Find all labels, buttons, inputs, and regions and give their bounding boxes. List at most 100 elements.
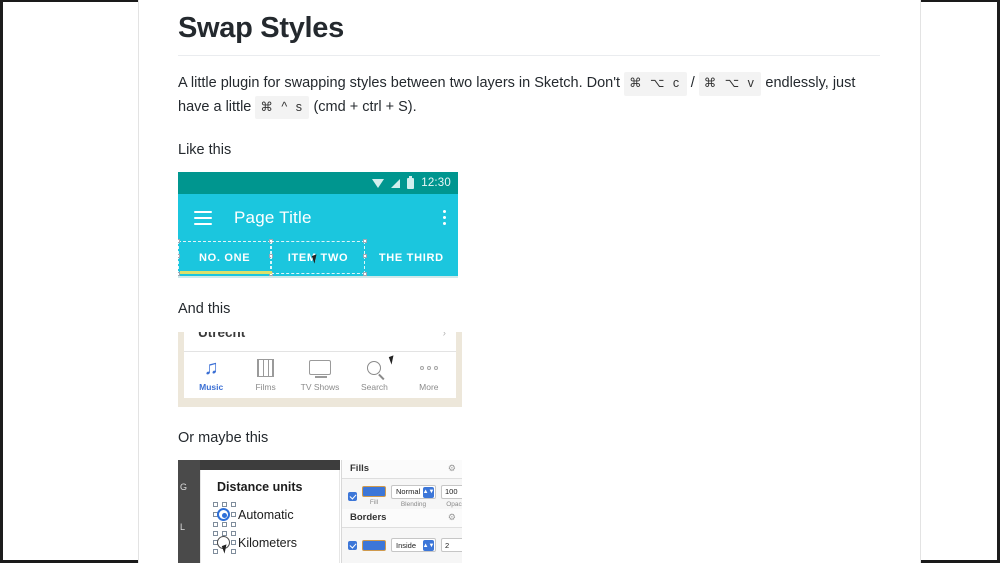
radio-option-automatic[interactable]: Automatic [213,501,339,527]
search-icon [367,357,382,379]
blending-cell[interactable]: Normal ▲▼ Blending [391,484,436,508]
selection-handle[interactable] [178,254,180,259]
selection-handle[interactable] [231,521,236,527]
ellipsis-icon [419,357,438,379]
android-tab-label: THE THIRD [378,251,444,264]
wifi-icon [372,178,385,188]
sketch-canvas-top-band [200,459,340,470]
selection-handle[interactable] [213,548,218,554]
readme-content: Swap Styles A little plugin for swapping… [139,0,920,563]
android-tab-no-one[interactable]: NO. ONE [178,239,274,277]
window-left-edge [0,0,3,563]
page-title: Swap Styles [178,10,880,57]
figure-android-mockup: 12:30 Page Title NO. ONE ITEM TWO THE TH… [178,172,880,279]
border-position-value: Inside [396,540,417,550]
fill-enabled-checkbox[interactable] [348,491,357,501]
android-page-title: Page Title [234,207,312,227]
selection-handle[interactable] [222,521,227,527]
dialog-title: Distance units [217,479,303,494]
itunes-tab-films[interactable]: Films [238,357,292,392]
radio-label: Kilometers [238,535,298,550]
signal-icon [391,178,401,188]
intro-slash: / [686,75,699,92]
blending-value: Normal [396,487,421,497]
radio-button[interactable] [217,508,230,522]
border-thickness-input[interactable]: 2 [441,538,462,553]
selection-handle[interactable] [231,539,236,545]
itunes-screen: Utrecht › ♫ Music Films TV Shows Search … [184,331,456,398]
android-app-bar: Page Title [178,194,458,241]
radio-label: Automatic [238,507,294,522]
borders-title: Borders [350,512,387,524]
itunes-tab-label: More [419,381,439,392]
android-tab-the-third[interactable]: THE THIRD [365,241,458,274]
selection-handle[interactable] [231,501,236,507]
selection-handle[interactable] [178,239,180,244]
border-position-select[interactable]: Inside ▲▼ [391,538,436,553]
itunes-tab-music[interactable]: ♫ Music [184,357,238,392]
music-note-icon: ♫ [203,356,219,379]
selection-handle[interactable] [213,521,218,527]
fills-title: Fills [350,463,370,475]
caption-like-this: Like this [178,142,232,159]
opacity-cell[interactable]: 100 Opac [441,484,462,508]
border-position-cell[interactable]: Inside ▲▼ [391,538,436,553]
itunes-tab-more[interactable]: More [402,357,456,392]
stepper-icon[interactable]: ▲▼ [423,486,434,498]
tv-icon [309,357,332,379]
opacity-input[interactable]: 100 [441,484,462,499]
intro-paragraph: A little plugin for swapping styles betw… [178,72,880,119]
border-color-cell[interactable] [362,539,386,551]
selection-handle[interactable] [213,501,218,507]
selection-handle[interactable] [222,501,227,507]
kbd-copy-shortcut: ⌘ ⌥ c [624,72,687,96]
selection-outline [178,241,272,275]
kebab-menu-icon[interactable] [443,210,446,226]
film-icon [257,357,275,379]
borders-section-header: Borders ⚙ [342,508,462,528]
intro-text-before: A little plugin for swapping styles betw… [178,75,625,92]
status-bar-clock: 12:30 [421,177,451,190]
sidebar-letter: L [180,521,186,532]
chevron-right-icon: › [442,331,446,339]
radio-option-kilometers[interactable]: Kilometers [213,530,339,554]
sketch-inspector-panel: Fills ⚙ Fill Normal ▲▼ Blending 100 Opac… [341,459,462,563]
selection-handle[interactable] [213,530,218,536]
border-enabled-checkbox[interactable] [348,540,357,550]
distance-units-dialog: Distance units Automatic Kilometers [200,469,340,563]
stepper-icon[interactable]: ▲▼ [423,540,434,552]
android-mockup: 12:30 Page Title NO. ONE ITEM TWO THE TH… [178,172,458,279]
android-tab-bar: NO. ONE ITEM TWO THE THIRD [178,239,458,277]
selection-handle[interactable] [231,511,236,517]
selection-handle[interactable] [231,530,236,536]
hamburger-icon[interactable] [194,210,212,225]
caption-and-this: And this [178,301,231,318]
opacity-label: Opac [446,500,462,508]
itunes-list-row[interactable]: Utrecht › [184,332,456,352]
battery-icon [407,175,415,189]
itunes-mockup: Utrecht › ♫ Music Films TV Shows Search … [178,331,462,407]
content-column-right-rule [920,0,921,563]
gear-icon[interactable]: ⚙ [448,463,456,474]
fills-row: Fill Normal ▲▼ Blending 100 Opac [342,479,462,509]
selection-handle[interactable] [222,530,227,536]
selection-handle[interactable] [231,548,236,554]
caption-or-maybe-this: Or maybe this [178,429,269,446]
blending-select[interactable]: Normal ▲▼ [391,484,436,499]
sketch-sidebar-labels: G L M [180,460,202,563]
itunes-tab-bar: ♫ Music Films TV Shows Search More [184,352,456,397]
intro-text-after: (cmd + ctrl + S). [309,98,417,115]
figure-itunes-tabbar: Utrecht › ♫ Music Films TV Shows Search … [178,331,880,407]
fill-color-swatch[interactable] [362,486,386,498]
border-color-swatch[interactable] [362,539,386,551]
fill-label: Fill [369,499,379,507]
fill-color-cell[interactable]: Fill [362,486,386,506]
sidebar-letter: G [180,481,188,492]
gear-icon[interactable]: ⚙ [448,512,456,523]
fills-section-header: Fills ⚙ [342,459,462,479]
border-thickness-cell[interactable]: 2 [441,538,462,553]
itunes-tab-tv-shows[interactable]: TV Shows [293,357,347,392]
sketch-mockup: G L M Distance units [178,459,462,563]
android-bottom-rule [178,276,458,279]
android-status-bar: 12:30 [178,172,458,195]
